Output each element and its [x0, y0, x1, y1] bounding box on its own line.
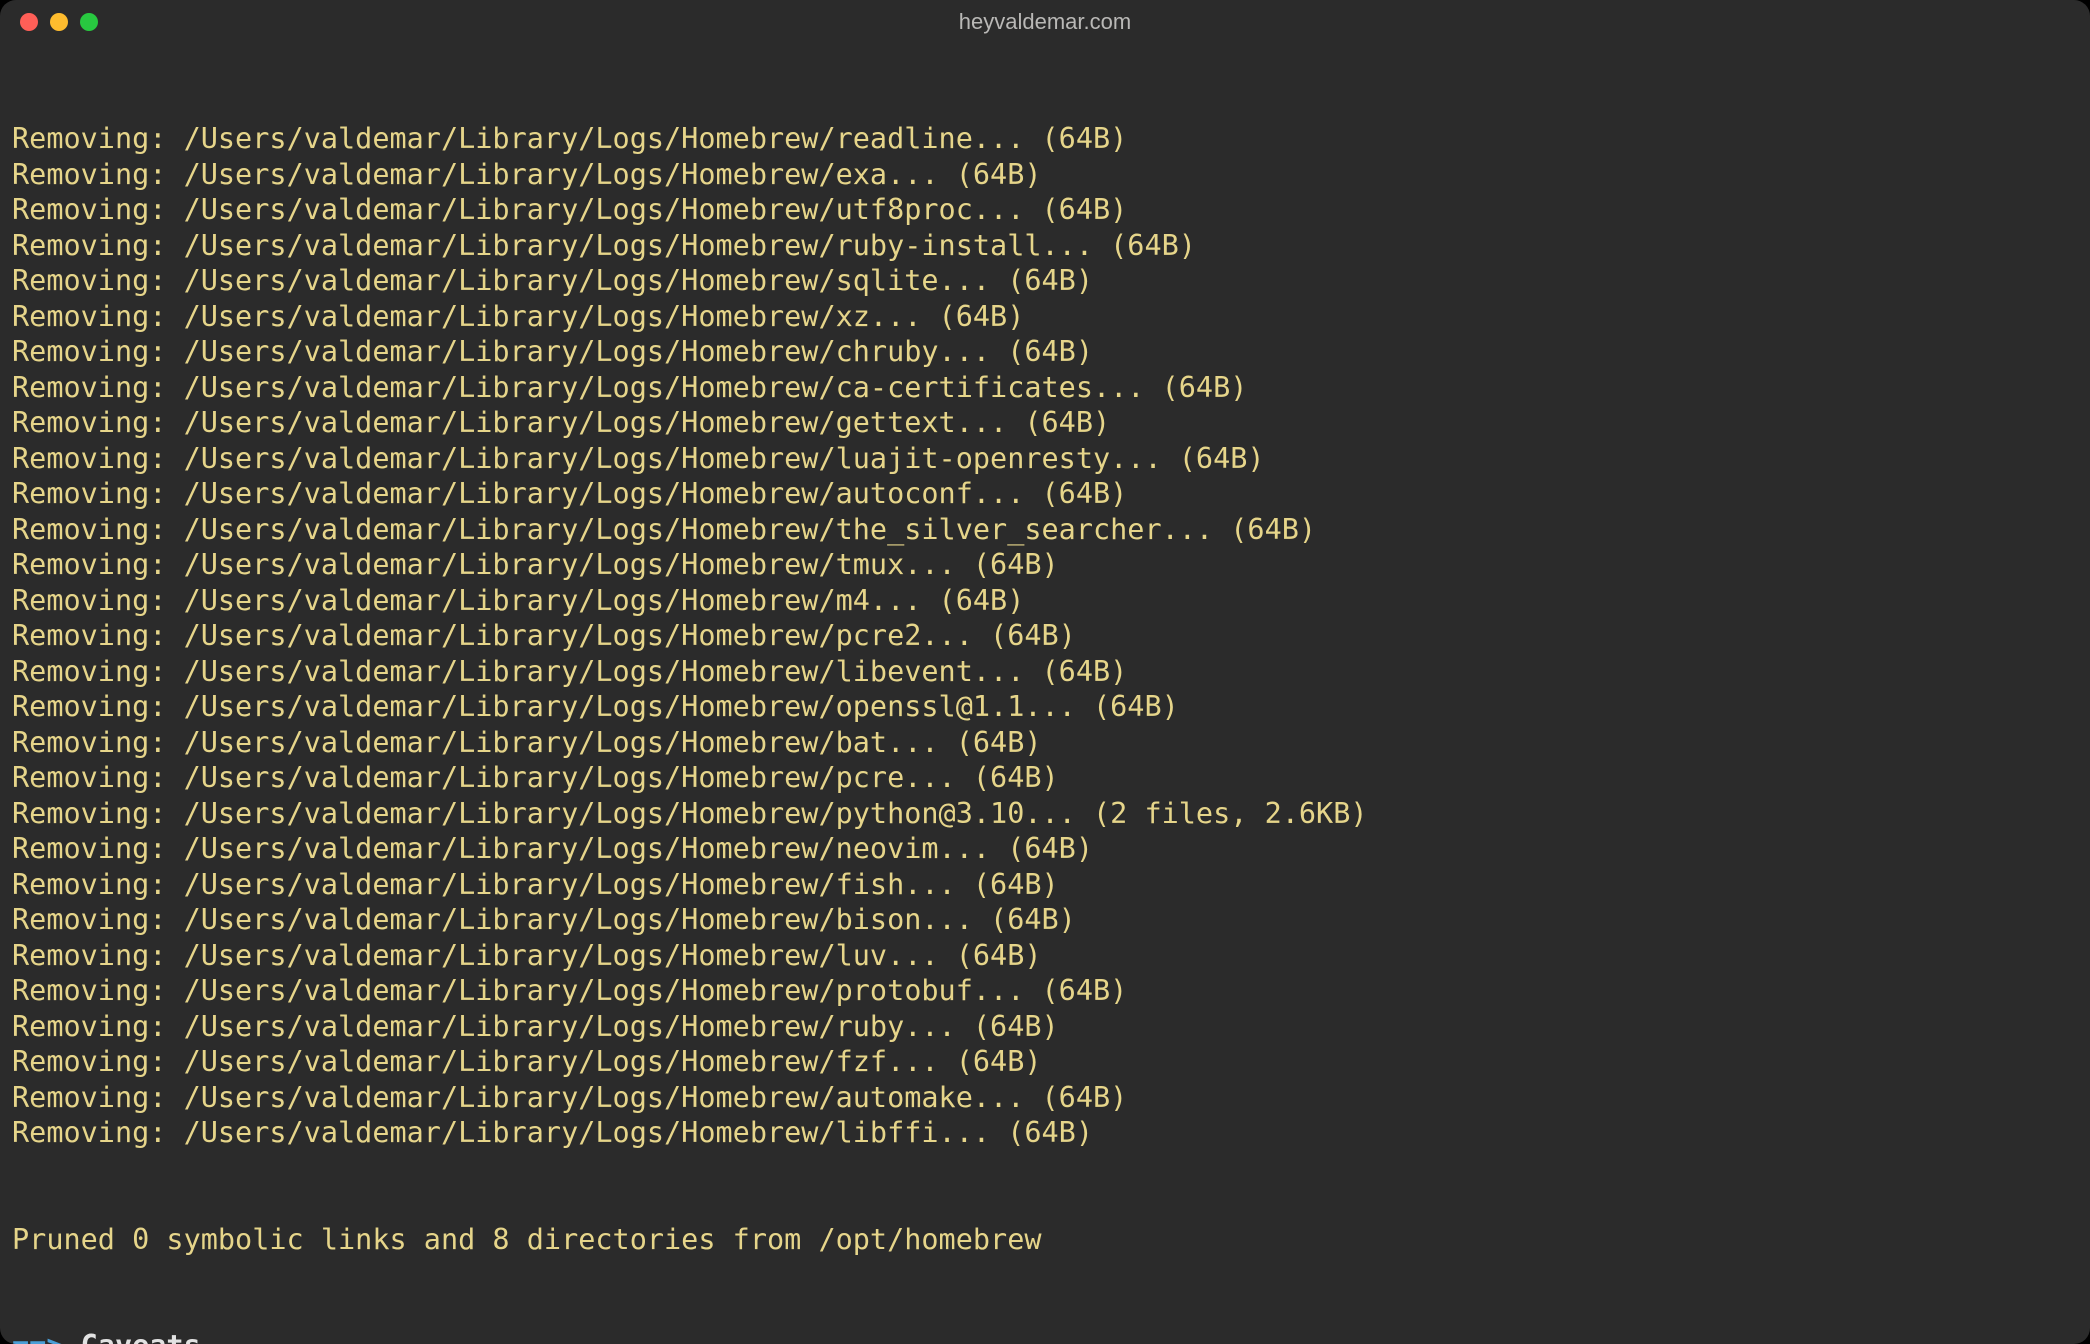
terminal-body[interactable]: Removing: /Users/valdemar/Library/Logs/H…	[0, 44, 2090, 1344]
log-line: Removing: /Users/valdemar/Library/Logs/H…	[12, 1009, 2078, 1045]
log-line: Removing: /Users/valdemar/Library/Logs/H…	[12, 370, 2078, 406]
log-line: Removing: /Users/valdemar/Library/Logs/H…	[12, 867, 2078, 903]
window-title: heyvaldemar.com	[959, 9, 1131, 35]
terminal-window: heyvaldemar.com Removing: /Users/valdema…	[0, 0, 2090, 1344]
traffic-lights	[20, 13, 98, 31]
caveats-label: Caveats	[81, 1329, 201, 1344]
log-line: Removing: /Users/valdemar/Library/Logs/H…	[12, 902, 2078, 938]
log-line: Removing: /Users/valdemar/Library/Logs/H…	[12, 334, 2078, 370]
log-line: Removing: /Users/valdemar/Library/Logs/H…	[12, 228, 2078, 264]
log-line: Removing: /Users/valdemar/Library/Logs/H…	[12, 583, 2078, 619]
log-line: Removing: /Users/valdemar/Library/Logs/H…	[12, 405, 2078, 441]
log-line: Removing: /Users/valdemar/Library/Logs/H…	[12, 476, 2078, 512]
pruned-line: Pruned 0 symbolic links and 8 directorie…	[12, 1222, 2078, 1258]
caveats-header: ==> Caveats	[12, 1328, 2078, 1344]
log-line: Removing: /Users/valdemar/Library/Logs/H…	[12, 263, 2078, 299]
log-line: Removing: /Users/valdemar/Library/Logs/H…	[12, 192, 2078, 228]
log-line: Removing: /Users/valdemar/Library/Logs/H…	[12, 1080, 2078, 1116]
log-line: Removing: /Users/valdemar/Library/Logs/H…	[12, 725, 2078, 761]
log-line: Removing: /Users/valdemar/Library/Logs/H…	[12, 157, 2078, 193]
close-icon[interactable]	[20, 13, 38, 31]
log-line: Removing: /Users/valdemar/Library/Logs/H…	[12, 689, 2078, 725]
log-line: Removing: /Users/valdemar/Library/Logs/H…	[12, 654, 2078, 690]
log-line: Removing: /Users/valdemar/Library/Logs/H…	[12, 796, 2078, 832]
log-line: Removing: /Users/valdemar/Library/Logs/H…	[12, 441, 2078, 477]
minimize-icon[interactable]	[50, 13, 68, 31]
log-line: Removing: /Users/valdemar/Library/Logs/H…	[12, 618, 2078, 654]
log-line: Removing: /Users/valdemar/Library/Logs/H…	[12, 1115, 2078, 1151]
log-line: Removing: /Users/valdemar/Library/Logs/H…	[12, 1044, 2078, 1080]
log-line: Removing: /Users/valdemar/Library/Logs/H…	[12, 760, 2078, 796]
log-line: Removing: /Users/valdemar/Library/Logs/H…	[12, 973, 2078, 1009]
log-line: Removing: /Users/valdemar/Library/Logs/H…	[12, 512, 2078, 548]
log-line: Removing: /Users/valdemar/Library/Logs/H…	[12, 121, 2078, 157]
maximize-icon[interactable]	[80, 13, 98, 31]
log-line: Removing: /Users/valdemar/Library/Logs/H…	[12, 547, 2078, 583]
titlebar: heyvaldemar.com	[0, 0, 2090, 44]
arrow-icon: ==>	[12, 1329, 81, 1344]
log-line: Removing: /Users/valdemar/Library/Logs/H…	[12, 299, 2078, 335]
log-line: Removing: /Users/valdemar/Library/Logs/H…	[12, 831, 2078, 867]
log-line: Removing: /Users/valdemar/Library/Logs/H…	[12, 938, 2078, 974]
